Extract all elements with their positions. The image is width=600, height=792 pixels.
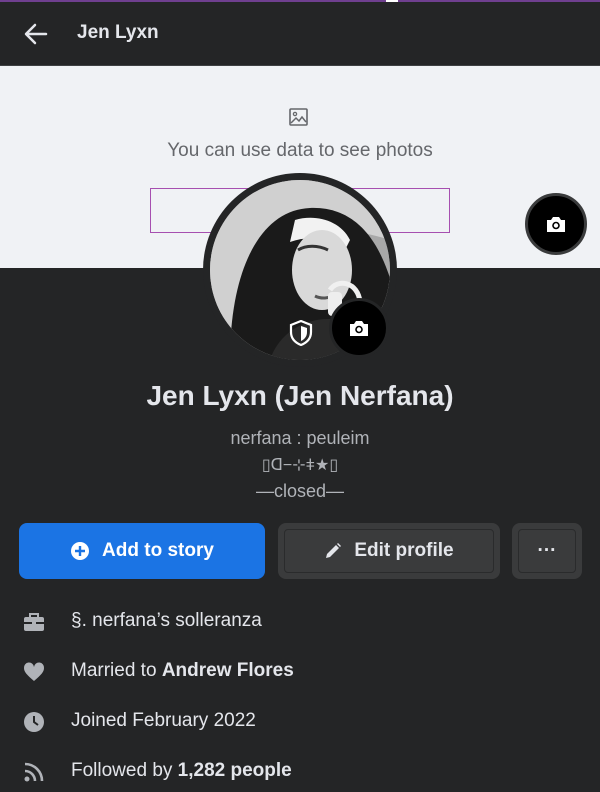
camera-icon xyxy=(547,217,565,232)
info-item-joined: Joined February 2022 xyxy=(0,702,600,742)
joined-text: Joined February 2022 xyxy=(71,710,256,731)
work-text: §. nerfana’s solleranza xyxy=(71,610,262,631)
partner-name-link[interactable]: Andrew Flores xyxy=(162,660,294,681)
followers-count-link[interactable]: 1,282 people xyxy=(178,760,292,781)
more-options-button[interactable]: ··· xyxy=(512,523,582,579)
shield-icon[interactable] xyxy=(289,319,313,347)
camera-icon xyxy=(350,321,368,336)
image-icon xyxy=(288,106,310,128)
cover-camera-button[interactable] xyxy=(525,193,587,255)
relationship-text: Married to Andrew Flores xyxy=(71,660,294,682)
page-title: Jen Lyxn xyxy=(77,22,159,43)
add-to-story-button[interactable]: Add to story xyxy=(19,523,265,579)
profile-name: Jen Lyxn (Jen Nerfana) xyxy=(146,380,454,411)
info-item-relationship: Married to Andrew Flores xyxy=(0,652,600,692)
info-item-work: §. nerfana’s solleranza xyxy=(0,602,600,642)
more-options-label: ··· xyxy=(537,540,557,561)
edit-profile-button[interactable]: Edit profile xyxy=(278,523,500,579)
followers-text: Followed by 1,282 people xyxy=(71,760,292,782)
add-to-story-label: Add to story xyxy=(102,540,214,561)
rss-icon xyxy=(22,760,46,784)
cover-data-notice: You can use data to see photos xyxy=(167,140,433,161)
clock-icon xyxy=(22,710,46,734)
pencil-icon xyxy=(324,542,342,560)
plus-circle-icon xyxy=(70,541,90,561)
heart-icon xyxy=(22,660,46,684)
app-bar: Jen Lyxn xyxy=(0,2,600,66)
info-item-followers: Followed by 1,282 people xyxy=(0,752,600,792)
relationship-prefix: Married to xyxy=(71,660,162,681)
followers-prefix: Followed by xyxy=(71,760,178,781)
arrow-left-icon[interactable] xyxy=(22,20,50,48)
avatar-camera-button[interactable] xyxy=(329,298,389,358)
bio-line: —closed— xyxy=(255,481,345,501)
edit-profile-label: Edit profile xyxy=(354,540,454,561)
bio-line: nerfana : peuleim xyxy=(230,428,370,448)
bio-line: ▯ᗡ−⊹ǂ★▯ xyxy=(261,457,339,474)
briefcase-icon xyxy=(22,610,46,634)
